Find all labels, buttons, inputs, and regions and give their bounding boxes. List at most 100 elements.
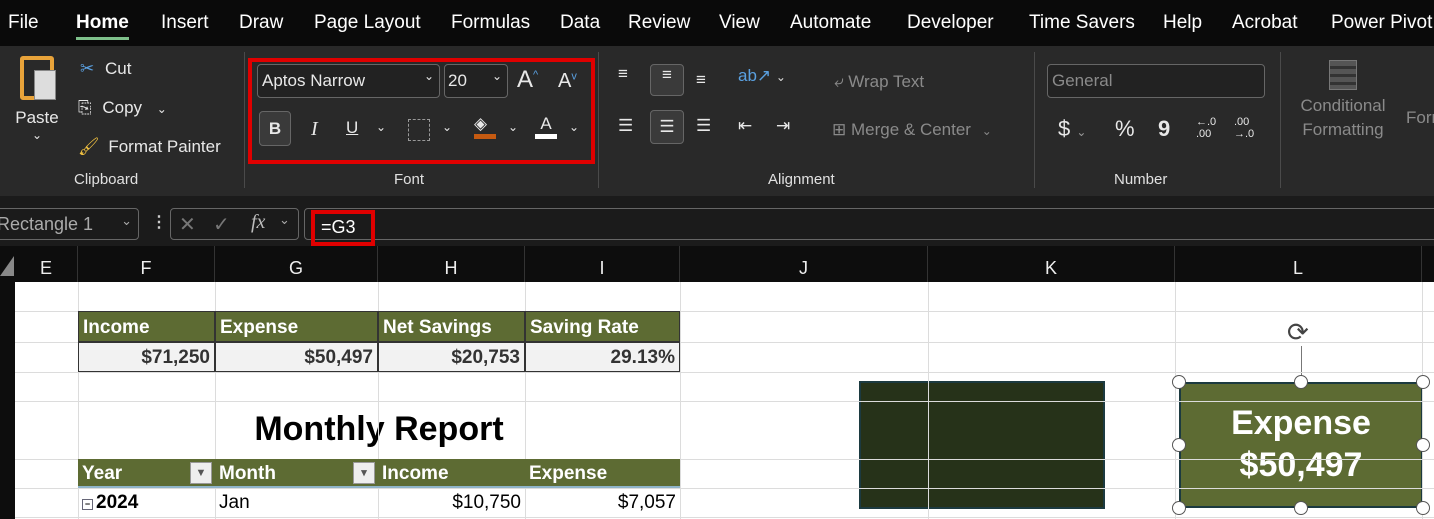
resize-handle[interactable]	[1172, 501, 1186, 515]
top-align-icon[interactable]: ≡	[618, 64, 628, 84]
bold-button[interactable]: B	[259, 111, 291, 146]
copy-button[interactable]: ⎘ Copy ⌄	[78, 98, 167, 118]
copy-icon: ⎘	[78, 98, 92, 117]
column-header-e[interactable]: E	[15, 246, 78, 282]
resize-handle[interactable]	[1416, 375, 1430, 389]
chevron-down-icon: ⌄	[423, 69, 434, 83]
resize-handle[interactable]	[1172, 438, 1186, 452]
resize-handle[interactable]	[1172, 375, 1186, 389]
insert-function-icon[interactable]: fx	[251, 211, 265, 234]
fill-color-icon[interactable]: ◈	[474, 114, 496, 139]
middle-align-icon[interactable]: ≡	[650, 64, 684, 96]
paste-button[interactable]: Paste ⌄	[12, 56, 62, 142]
tab-view[interactable]: View	[719, 12, 760, 34]
shape-label: Expense	[1231, 404, 1371, 442]
resize-handle[interactable]	[1416, 501, 1430, 515]
report-header-expense: Expense	[525, 459, 680, 488]
align-right-icon[interactable]: ☰	[696, 116, 711, 136]
chevron-down-icon[interactable]: ⌄	[442, 120, 452, 134]
select-all-button[interactable]	[0, 256, 14, 276]
increase-font-size-icon[interactable]: A^	[517, 66, 538, 94]
column-header-l[interactable]: L	[1175, 246, 1422, 282]
format-as-table-button[interactable]: Format as Table	[1406, 108, 1434, 128]
report-header-label: Income	[382, 463, 449, 484]
column-header-i[interactable]: I	[525, 246, 680, 282]
cancel-icon[interactable]: ✕	[179, 212, 196, 237]
name-box[interactable]: Rectangle 1 ⌄	[0, 208, 139, 240]
dropdown-arrow-icon[interactable]: ▾	[353, 462, 375, 484]
font-color-swatch	[535, 134, 557, 139]
tab-formulas[interactable]: Formulas	[451, 12, 530, 34]
chevron-down-icon: ⌄	[121, 213, 132, 228]
bottom-align-icon[interactable]: ≡	[696, 70, 706, 90]
tab-data[interactable]: Data	[560, 12, 600, 34]
report-header-label: Month	[219, 463, 276, 484]
tab-acrobat[interactable]: Acrobat	[1232, 12, 1297, 34]
merge-center-button[interactable]: ⊞ Merge & Center ⌄	[832, 120, 992, 140]
report-header-label: Year	[82, 463, 123, 484]
resize-handle[interactable]	[1294, 501, 1308, 515]
font-color-icon[interactable]: A	[535, 114, 557, 139]
tab-file[interactable]: File	[8, 12, 39, 34]
gridline	[15, 372, 1434, 373]
resize-handle[interactable]	[1416, 438, 1430, 452]
increase-decimal-icon[interactable]: ←.0 .00	[1196, 116, 1222, 140]
column-header-j[interactable]: J	[680, 246, 928, 282]
report-cell-expense: $7,057	[617, 492, 676, 513]
row-headers	[0, 282, 15, 519]
italic-button[interactable]: I	[311, 118, 318, 141]
number-format-select[interactable]: General	[1047, 64, 1265, 98]
tab-home[interactable]: Home	[76, 12, 129, 40]
column-header-h[interactable]: H	[378, 246, 525, 282]
summary-header: Net Savings	[378, 311, 525, 342]
tab-automate[interactable]: Automate	[790, 12, 871, 34]
tab-help[interactable]: Help	[1163, 12, 1202, 34]
conditional-formatting-button[interactable]: Conditional Formatting	[1293, 60, 1393, 142]
orientation-icon[interactable]: ab↗ ⌄	[738, 66, 786, 86]
underline-button[interactable]: U	[346, 118, 358, 138]
collapse-icon[interactable]: −	[82, 499, 93, 510]
cut-button[interactable]: ✂ Cut	[80, 59, 131, 79]
chevron-down-icon[interactable]: ⌄	[376, 120, 386, 134]
tab-review[interactable]: Review	[628, 12, 690, 34]
enter-icon[interactable]: ✓	[213, 212, 230, 237]
comma-button[interactable]: 9	[1158, 116, 1170, 142]
report-cell-income: $10,750	[452, 492, 521, 513]
tab-developer[interactable]: Developer	[907, 12, 994, 34]
chevron-down-icon[interactable]: ⌄	[508, 120, 518, 134]
report-cell-month: Jan	[219, 492, 250, 513]
chevron-down-icon: ⌄	[491, 69, 502, 83]
decrease-decimal-icon[interactable]: .00 →.0	[1234, 116, 1260, 140]
formula-input[interactable]	[304, 208, 1434, 240]
tab-power-pivot[interactable]: Power Pivot	[1331, 12, 1432, 34]
format-painter-button[interactable]: 🖌 Format Painter	[78, 137, 221, 157]
decrease-font-size-icon[interactable]: Av	[558, 70, 577, 93]
summary-value: $71,250	[78, 342, 215, 372]
chevron-down-icon[interactable]: ⌄	[569, 120, 579, 134]
percent-button[interactable]: %	[1115, 116, 1135, 142]
tab-time-savers[interactable]: Time Savers	[1029, 12, 1135, 34]
column-header-k[interactable]: K	[928, 246, 1175, 282]
chevron-down-icon[interactable]: ⌄	[157, 102, 167, 116]
tab-insert[interactable]: Insert	[161, 12, 209, 34]
more-options-icon[interactable]: ⋮	[151, 212, 167, 232]
filter-icon[interactable]: ▼	[190, 462, 212, 484]
column-header-g[interactable]: G	[215, 246, 378, 282]
rotate-handle-icon[interactable]: ⟳	[1287, 317, 1309, 348]
align-center-icon[interactable]: ☰	[650, 110, 684, 144]
font-name-select[interactable]: Aptos Narrow ⌄	[257, 64, 440, 98]
align-left-icon[interactable]: ☰	[618, 116, 633, 136]
currency-button[interactable]: $ ⌄	[1058, 116, 1086, 142]
report-header-year: Year ▼	[78, 459, 215, 488]
decrease-indent-icon[interactable]: ⇤	[738, 116, 752, 136]
column-header-f[interactable]: F	[78, 246, 215, 282]
chevron-down-icon[interactable]: ⌄	[279, 212, 290, 228]
resize-handle[interactable]	[1294, 375, 1308, 389]
wrap-text-button[interactable]: ⤶ Wrap Text	[834, 72, 924, 92]
tab-page-layout[interactable]: Page Layout	[314, 12, 421, 34]
increase-indent-icon[interactable]: ⇥	[776, 116, 790, 136]
tab-draw[interactable]: Draw	[239, 12, 283, 34]
font-size-select[interactable]: 20 ⌄	[444, 64, 508, 98]
fill-color-swatch	[474, 134, 496, 139]
borders-icon[interactable]	[408, 119, 430, 141]
